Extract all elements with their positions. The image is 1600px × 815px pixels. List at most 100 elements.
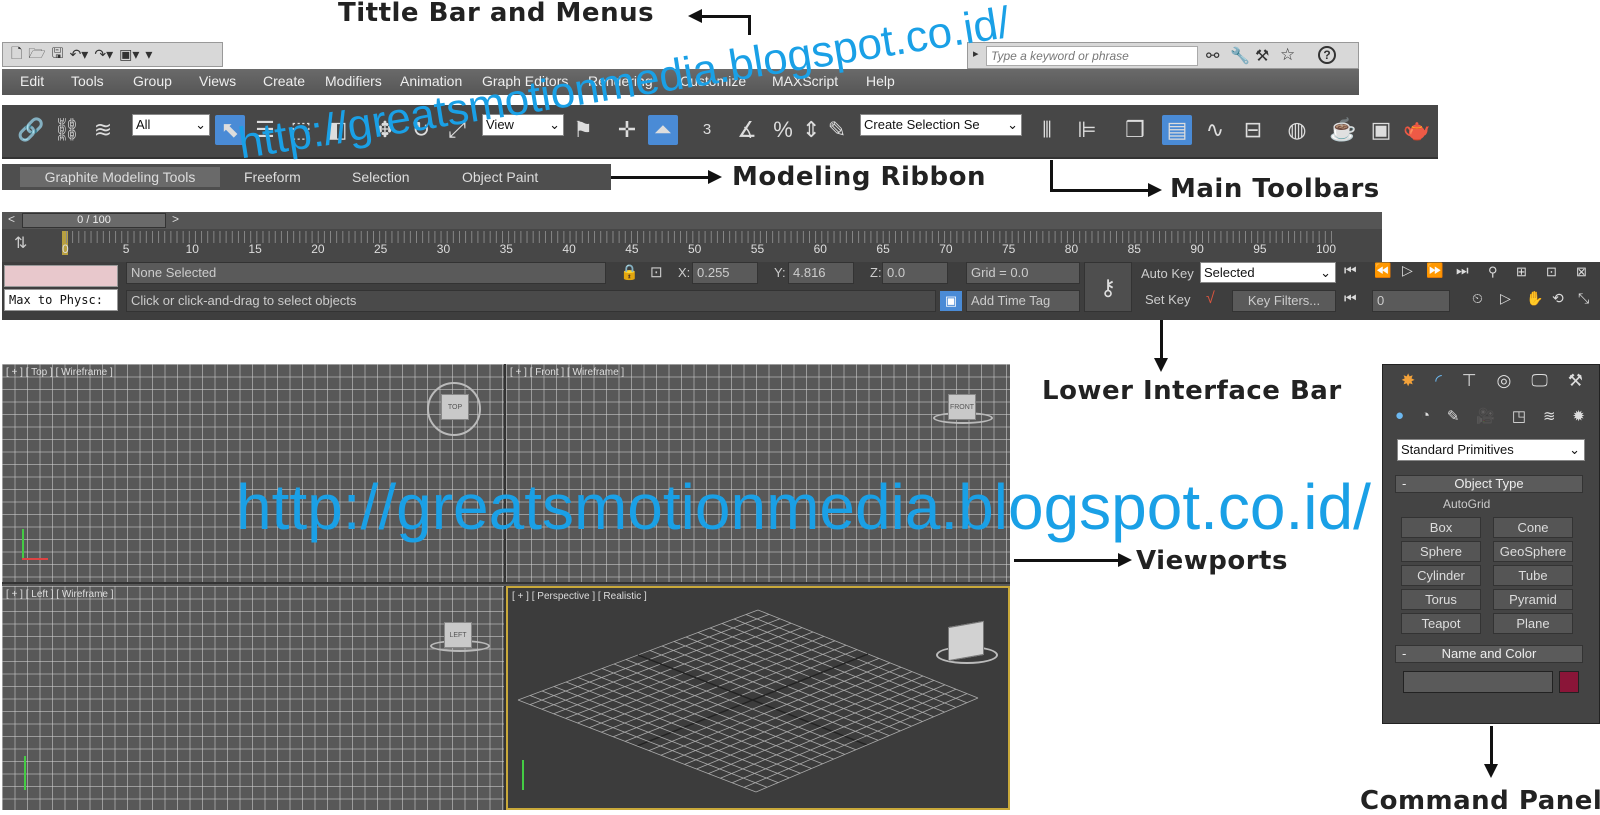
orbit-icon[interactable]: ⟲ (1552, 290, 1564, 307)
viewport-left[interactable]: [ + ] [ Left ] [ Wireframe ] LEFT (2, 586, 506, 810)
selection-filter-dropdown[interactable]: All ⌄ (132, 114, 210, 136)
viewport-label[interactable]: [ + ] [ Top ] [ Wireframe ] (6, 367, 113, 378)
go-to-end-icon[interactable]: ⏭ (1456, 262, 1469, 279)
geometry-icon[interactable]: ● (1395, 407, 1404, 429)
autogrid-checkbox[interactable]: AutoGrid (1443, 497, 1490, 511)
utilities-tab-icon[interactable]: ⚒ (1568, 371, 1583, 397)
spinner-snap-icon[interactable]: ⇕ (802, 115, 820, 145)
current-frame-field[interactable]: 0 (1372, 290, 1450, 312)
menu-views[interactable]: Views (199, 73, 236, 89)
percent-snap-icon[interactable]: % (768, 115, 798, 145)
link-icon[interactable]: 🔗 (16, 115, 46, 145)
object-type-rollout[interactable]: - Object Type (1395, 475, 1583, 493)
wrench-icon[interactable]: 🔧 (1230, 46, 1250, 66)
add-time-tag-button[interactable]: Add Time Tag (966, 290, 1080, 312)
save-file-icon[interactable]: 🖫 (52, 43, 64, 67)
view-cube[interactable]: FRONT (948, 394, 976, 420)
object-name-input[interactable] (1403, 671, 1553, 693)
menu-group[interactable]: Group (133, 73, 172, 89)
time-slider-thumb[interactable]: 0 / 100 (22, 213, 166, 228)
open-file-icon[interactable]: 🗁 (28, 43, 45, 67)
y-coordinate-field[interactable]: 4.816 (788, 262, 854, 284)
geosphere-button[interactable]: GeoSphere (1493, 541, 1573, 562)
previous-frame-icon[interactable]: ⏪ (1374, 262, 1391, 279)
shapes-icon[interactable]: ◔ (1421, 407, 1430, 429)
mirror-icon[interactable]: ⫴ (1032, 115, 1062, 145)
primitive-category-dropdown[interactable]: Standard Primitives ⌄ (1397, 439, 1585, 461)
cylinder-button[interactable]: Cylinder (1401, 565, 1481, 586)
view-cube[interactable] (948, 620, 984, 662)
systems-icon[interactable]: ✹ (1572, 407, 1585, 429)
schematic-view-icon[interactable]: ⊟ (1238, 115, 1268, 145)
set-keys-key-icon[interactable]: ⚷ (1084, 262, 1132, 312)
menu-create[interactable]: Create (263, 73, 305, 89)
named-selection-dropdown[interactable]: Create Selection Se ⌄ (860, 114, 1022, 136)
unlink-icon[interactable]: ⛓ (52, 115, 82, 145)
edit-named-selection-icon[interactable]: ✎ (822, 115, 852, 145)
view-cube[interactable]: LEFT (444, 622, 472, 648)
maxscript-listener-input[interactable]: Max to Physc: (4, 289, 118, 311)
tab-object-paint[interactable]: Object Paint (452, 167, 548, 187)
viewport-label[interactable]: [ + ] [ Front ] [ Wireframe ] (510, 367, 624, 378)
material-editor-icon[interactable]: ◍ (1282, 115, 1312, 145)
menu-help[interactable]: Help (866, 73, 895, 89)
keyboard-shortcut-override-icon[interactable]: ⏶ (648, 115, 678, 145)
project-folder-icon[interactable]: ▣▾ (119, 46, 139, 63)
z-coordinate-field[interactable]: 0.0 (882, 262, 948, 284)
viewport-label[interactable]: [ + ] [ Left ] [ Wireframe ] (6, 589, 114, 600)
search-input[interactable]: Type a keyword or phrase (986, 46, 1198, 66)
tab-graphite-modeling-tools[interactable]: Graphite Modeling Tools (20, 167, 220, 187)
helpers-icon[interactable]: ◳ (1512, 407, 1526, 429)
customize-dropdown-icon[interactable]: ▾ (145, 46, 152, 63)
display-tab-icon[interactable]: 🖵 (1531, 371, 1547, 397)
field-of-view-icon[interactable]: ▷ (1500, 290, 1511, 307)
exchange-icon[interactable]: ⚒ (1255, 46, 1269, 66)
menu-tools[interactable]: Tools (71, 73, 104, 89)
redo-icon[interactable]: ↷▾ (94, 46, 113, 63)
mini-curve-editor-icon[interactable]: ⇅ (14, 233, 38, 253)
pyramid-button[interactable]: Pyramid (1493, 589, 1573, 610)
rendered-frame-window-icon[interactable]: ▣ (1366, 115, 1396, 145)
view-cube[interactable]: TOP (441, 394, 469, 420)
pan-view-icon[interactable]: ✋ (1526, 290, 1543, 307)
zoom-icon[interactable]: ⚲ (1488, 264, 1498, 280)
menu-modifiers[interactable]: Modifiers (325, 73, 382, 89)
pivot-center-icon[interactable]: ⚑ (568, 115, 598, 145)
plane-button[interactable]: Plane (1493, 613, 1573, 634)
x-coordinate-field[interactable]: 0.255 (692, 262, 758, 284)
default-tangent-icon[interactable]: √ (1206, 290, 1215, 308)
auto-key-button[interactable]: Auto Key (1141, 264, 1194, 284)
key-mode-dropdown[interactable]: Selected ⌄ (1200, 262, 1336, 283)
zoom-all-icon[interactable]: ⊞ (1516, 264, 1527, 280)
track-bar[interactable]: ⇅ 0 5 10 15 20 25 30 35 40 45 50 55 60 65 70 75 80 85 90 9… (2, 229, 1382, 264)
render-setup-icon[interactable]: ☕ (1328, 115, 1358, 145)
select-manipulate-icon[interactable]: ✛ (612, 115, 642, 145)
absolute-mode-icon[interactable]: ⊡ (650, 263, 663, 281)
object-color-swatch[interactable] (1559, 671, 1579, 693)
modify-tab-icon[interactable]: ◜ (1435, 371, 1442, 397)
curve-editor-icon[interactable]: ∿ (1200, 115, 1230, 145)
selection-lock-icon[interactable]: ▣ (940, 291, 962, 311)
key-filters-button[interactable]: Key Filters... (1232, 290, 1336, 312)
set-key-button[interactable]: Set Key (1145, 290, 1191, 310)
help-icon[interactable]: ? (1318, 46, 1336, 64)
undo-icon[interactable]: ↶▾ (70, 46, 89, 63)
play-icon[interactable]: ▷ (1402, 262, 1413, 279)
maxscript-output[interactable] (4, 265, 118, 287)
tube-button[interactable]: Tube (1493, 565, 1573, 586)
torus-button[interactable]: Torus (1401, 589, 1481, 610)
snaps-toggle-icon[interactable]: 3 (692, 115, 722, 145)
lights-icon[interactable]: ✎ (1447, 407, 1460, 429)
lock-icon[interactable]: 🔒 (620, 263, 639, 281)
zoom-extents-icon[interactable]: ⊡ (1546, 264, 1557, 280)
viewport-perspective[interactable]: [ + ] [ Perspective ] [ Realistic ] (506, 586, 1010, 810)
favorites-star-icon[interactable]: ☆ (1280, 45, 1295, 65)
align-icon[interactable]: ⊫ (1072, 115, 1102, 145)
tab-selection[interactable]: Selection (342, 167, 420, 187)
hierarchy-tab-icon[interactable]: ⊤ (1462, 371, 1477, 397)
create-tab-icon[interactable]: ✸ (1401, 371, 1415, 397)
motion-tab-icon[interactable]: ◎ (1497, 371, 1512, 397)
zoom-extents-all-icon[interactable]: ⊠ (1576, 264, 1587, 280)
next-frame-icon[interactable]: ⏩ (1426, 262, 1443, 279)
layer-manager-icon[interactable]: ❒ (1120, 115, 1150, 145)
